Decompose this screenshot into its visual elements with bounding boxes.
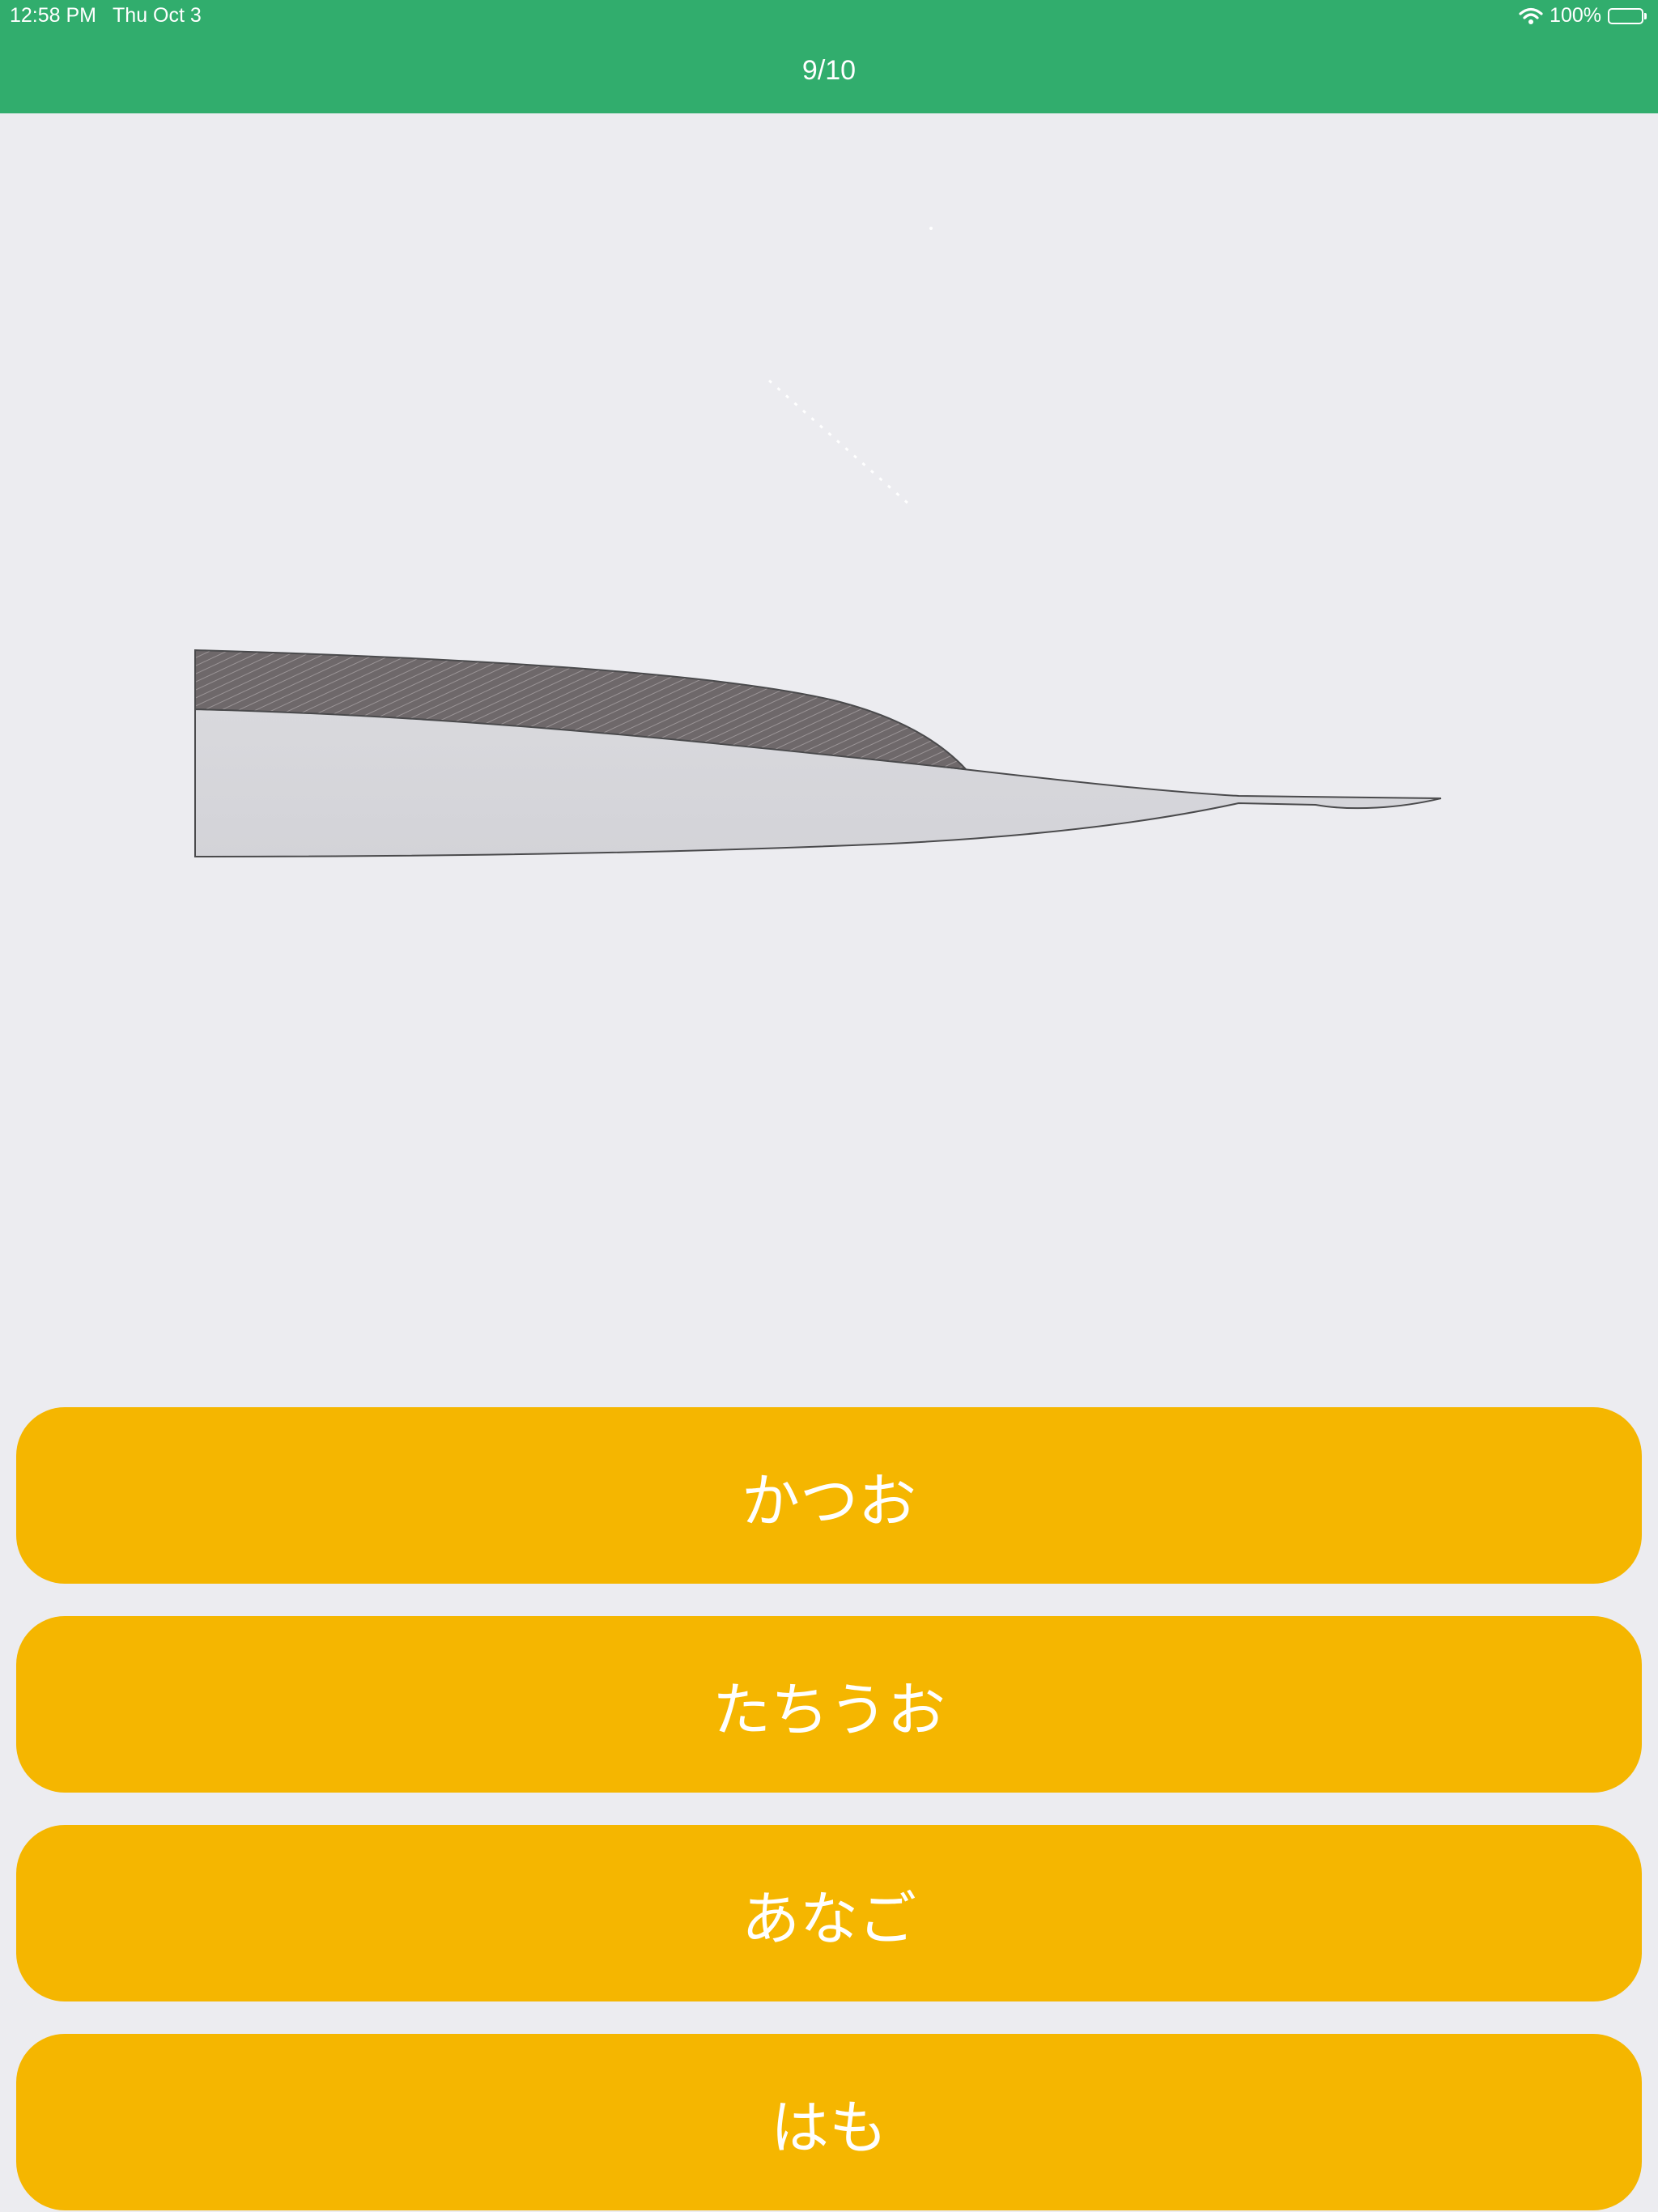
answer-button-2[interactable]: たちうお (16, 1616, 1642, 1793)
battery-percentage: 100% (1550, 4, 1601, 27)
wifi-icon (1519, 7, 1543, 25)
answer-button-4[interactable]: はも (16, 2034, 1642, 2210)
progress-indicator: 9/10 (801, 55, 857, 86)
status-date: Thu Oct 3 (113, 4, 202, 27)
answer-button-3[interactable]: あなご (16, 1825, 1642, 2001)
status-time-date: 12:58 PM Thu Oct 3 (10, 4, 202, 28)
battery-icon (1608, 7, 1647, 24)
status-bar: 12:58 PM Thu Oct 3 100% (0, 0, 1658, 32)
status-time: 12:58 PM (10, 4, 97, 27)
status-indicators: 100% (1519, 4, 1647, 28)
fish-illustration (0, 113, 1658, 1360)
answer-button-1[interactable]: かつお (16, 1407, 1642, 1584)
